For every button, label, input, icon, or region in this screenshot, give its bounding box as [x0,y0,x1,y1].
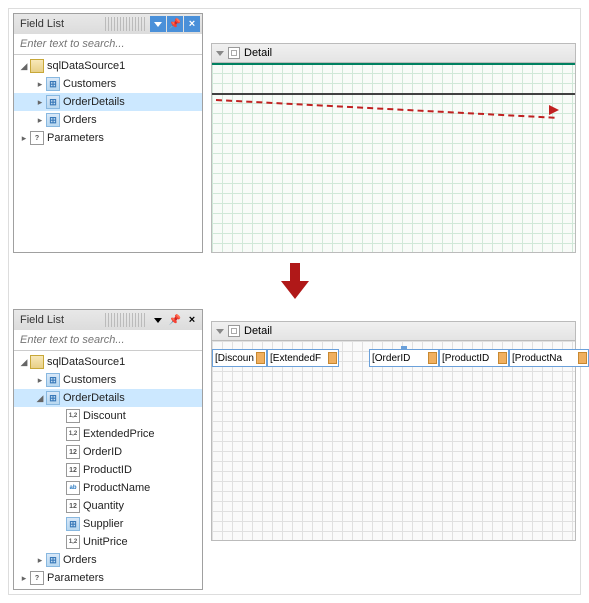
table-icon [46,95,60,109]
param-icon: ? [30,131,44,145]
field-type-icon [66,499,80,513]
pin-button[interactable]: 📌 [167,16,183,32]
table-icon [46,553,60,567]
field-type-icon [66,409,80,423]
smart-tag-icon[interactable] [578,352,587,364]
field-cell[interactable]: [Discoun [212,349,267,367]
tree: ◢sqlDataSource1 ▸Customers ▸OrderDetails… [14,55,202,149]
field-type-icon [66,463,80,477]
tree-node-field[interactable]: UnitPrice [14,533,202,551]
drag-arrow-annotation [216,87,555,117]
field-type-icon [66,535,80,549]
tree-node-field[interactable]: Quantity [14,497,202,515]
band-label: Detail [244,325,272,337]
panel-menu-button[interactable] [150,16,166,32]
tree-node-table[interactable]: ▸Orders [14,551,202,569]
table-icon [46,391,60,405]
field-list-panel-before: Field List 📌 × ◢sqlDataSource1 ▸Customer… [13,13,203,253]
tree-node-datasource[interactable]: ◢sqlDataSource1 [14,57,202,75]
search-input[interactable] [14,34,202,55]
close-icon: × [189,18,195,30]
pin-button[interactable]: 📌 [167,312,183,328]
table-icon [46,373,60,387]
smart-tag-icon[interactable] [498,352,507,364]
field-type-icon [66,517,80,531]
chevron-down-icon [216,329,224,334]
tree: ◢sqlDataSource1 ▸Customers ◢OrderDetails… [14,351,202,589]
database-icon [30,355,44,369]
tree-node-field[interactable]: ProductName [14,479,202,497]
tree-node-parameters[interactable]: ▸?Parameters [14,129,202,147]
panel-title: Field List [16,18,101,30]
tree-node-datasource[interactable]: ◢sqlDataSource1 [14,353,202,371]
tree-node-table[interactable]: ▸Customers [14,371,202,389]
smart-tag-icon[interactable] [428,352,437,364]
band-header[interactable]: Detail [211,321,576,341]
field-type-icon [66,481,80,495]
tree-node-table[interactable]: ▸Customers [14,75,202,93]
close-button[interactable]: × [184,312,200,328]
smart-tag-icon[interactable] [328,352,337,364]
big-arrow-icon [13,261,576,301]
field-cell[interactable]: [ProductNa [509,349,589,367]
panel-header: Field List 📌 × [14,310,202,330]
table-icon [46,113,60,127]
chevron-down-icon [216,51,224,56]
band-icon [228,325,240,337]
tree-node-table-selected[interactable]: ◢OrderDetails [14,389,202,407]
field-cells-row[interactable]: [Discoun[ExtendedF [OrderID[ProductID[Pro… [212,349,589,367]
field-cell[interactable]: [ProductID [439,349,509,367]
tree-node-field[interactable]: ProductID [14,461,202,479]
param-icon: ? [30,571,44,585]
band-icon [228,47,240,59]
pin-icon: 📌 [169,315,181,326]
close-button[interactable]: × [184,16,200,32]
tree-node-table-selected[interactable]: ▸OrderDetails [14,93,202,111]
grip [105,313,145,327]
field-list-panel-after: Field List 📌 × ◢sqlDataSource1 ▸Customer… [13,309,203,590]
field-cell[interactable]: [ExtendedF [267,349,339,367]
table-icon [46,77,60,91]
design-grid[interactable]: [Discoun[ExtendedF[OrderID[ProductID[Pro… [211,341,576,541]
tree-node-table[interactable]: ▸Orders [14,111,202,129]
tree-node-parameters[interactable]: ▸?Parameters [14,569,202,587]
tree-node-field[interactable]: Discount [14,407,202,425]
smart-tag-icon[interactable] [256,352,265,364]
band-header[interactable]: Detail [211,43,576,63]
database-icon [30,59,44,73]
field-type-icon [66,445,80,459]
tree-node-field[interactable]: OrderID [14,443,202,461]
band-label: Detail [244,47,272,59]
search-input[interactable] [14,330,202,351]
design-surface-before: Detail [211,13,576,253]
tree-node-field[interactable]: Supplier [14,515,202,533]
close-icon: × [189,314,195,326]
design-grid[interactable] [211,63,576,253]
panel-title: Field List [16,314,101,326]
pin-icon: 📌 [169,19,181,30]
field-cell[interactable]: [OrderID [369,349,439,367]
grip [105,17,145,31]
design-surface-after: Detail [Discoun[ExtendedF [OrderID[Produc… [211,309,576,590]
field-type-icon [66,427,80,441]
panel-header: Field List 📌 × [14,14,202,34]
panel-menu-button[interactable] [150,312,166,328]
tree-node-field[interactable]: ExtendedPrice [14,425,202,443]
